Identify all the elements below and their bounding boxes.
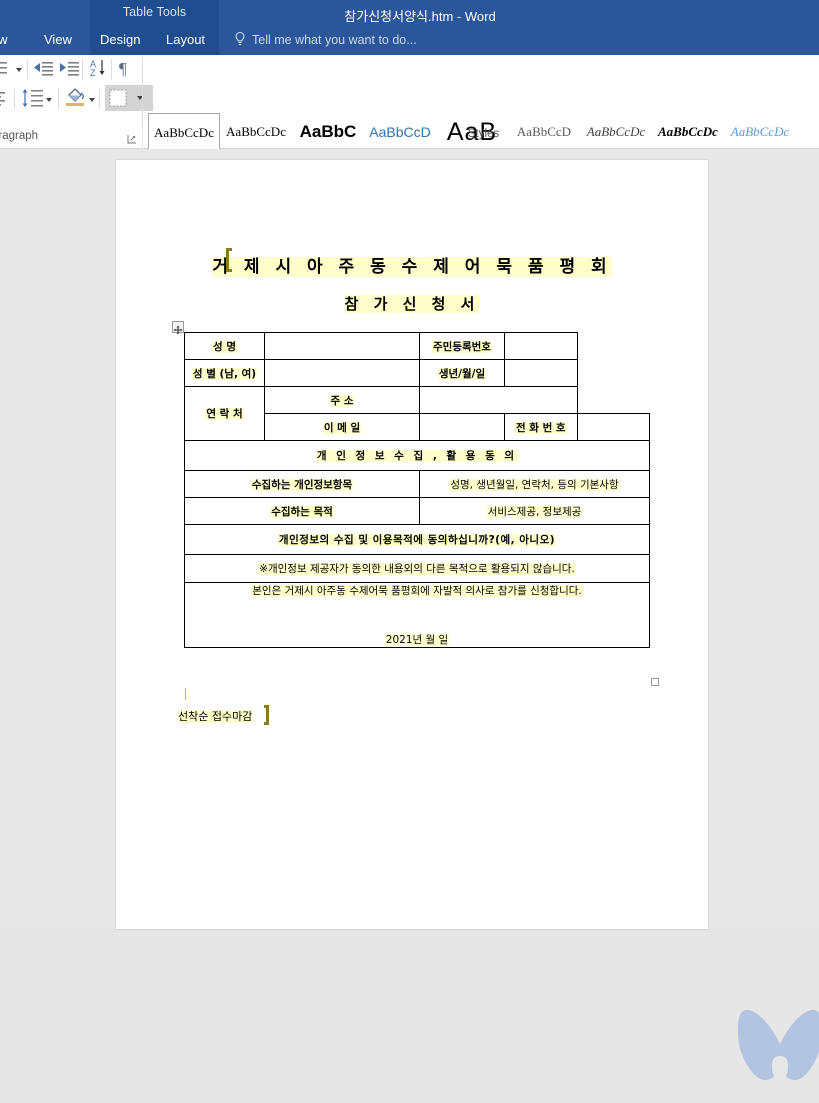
table-row[interactable]: 본인은 거제시 아주동 수제어묵 품평회에 자발적 의사로 참가를 신청합니다.… bbox=[185, 583, 650, 648]
toolbar-divider-6 bbox=[99, 89, 100, 109]
tell-me-input[interactable]: Tell me what you want to do... bbox=[252, 33, 417, 47]
label-address: 주 소 bbox=[265, 387, 420, 414]
table-row[interactable]: 개 인 정 보 수 집 , 활 용 동 의 bbox=[185, 441, 650, 471]
show-formatting-marks-button[interactable]: ¶ bbox=[116, 57, 142, 81]
table-resize-handle[interactable] bbox=[651, 678, 659, 686]
value-birth[interactable] bbox=[505, 360, 578, 387]
tab-view[interactable]: View bbox=[44, 32, 72, 47]
date-line: 2021년 월 일 bbox=[385, 634, 449, 646]
label-gender: 성 별 (남, 여) bbox=[185, 360, 265, 387]
doc-heading-line-2: 참 가 신 청 서 bbox=[116, 293, 708, 314]
table-row[interactable]: ※개인정보 제공자가 동의한 내용외의 다른 목적으로 활용되지 않습니다. bbox=[185, 555, 650, 583]
document-title: 참가신청서양식.htm - Word bbox=[230, 6, 610, 25]
chevron-down-icon[interactable] bbox=[16, 68, 22, 72]
chevron-down-icon-3[interactable] bbox=[89, 98, 95, 102]
toolbar-divider bbox=[27, 59, 28, 79]
label-collection-purpose: 수집하는 목적 bbox=[185, 498, 420, 525]
consent-note: ※개인정보 제공자가 동의한 내용외의 다른 목적으로 활용되지 않습니다. bbox=[185, 555, 650, 583]
value-collected-items: 성명, 생년월일, 연락처, 등의 기본사항 bbox=[420, 471, 650, 498]
paragraph-group-label: aragraph bbox=[0, 130, 38, 142]
selection-bracket-close-icon bbox=[264, 705, 269, 725]
value-rrn[interactable] bbox=[505, 333, 578, 360]
chevron-down-icon-2[interactable] bbox=[46, 98, 52, 102]
table-move-handle[interactable] bbox=[172, 321, 184, 333]
value-phone[interactable] bbox=[577, 414, 650, 441]
value-name[interactable] bbox=[265, 333, 420, 360]
label-collected-items: 수집하는 개인정보항목 bbox=[185, 471, 420, 498]
line-spacing-button[interactable] bbox=[20, 87, 46, 111]
label-phone: 전 화 번 호 bbox=[505, 414, 578, 441]
value-address[interactable] bbox=[420, 387, 578, 414]
table-row[interactable]: 수집하는 개인정보항목 성명, 생년월일, 연락처, 등의 기본사항 bbox=[185, 471, 650, 498]
declaration-cell[interactable]: 본인은 거제시 아주동 수제어묵 품평회에 자발적 의사로 참가를 신청합니다.… bbox=[185, 583, 650, 648]
table-row[interactable]: 성 명 주민등록번호 bbox=[185, 333, 650, 360]
footnote-text: 선착순 접수마감 bbox=[178, 708, 252, 724]
tab-review[interactable]: iew bbox=[0, 32, 8, 47]
selection-bracket-open-icon bbox=[226, 248, 232, 272]
doc-heading-line-1: 거 제 시 아 주 동 수 제 어 묵 품 평 회 bbox=[116, 252, 708, 277]
table-row[interactable]: 개인정보의 수집 및 이용목적에 동의하십니까?(예, 아니오) bbox=[185, 525, 650, 555]
toolbar-divider-2 bbox=[82, 59, 83, 79]
label-rrn: 주민등록번호 bbox=[420, 333, 505, 360]
privacy-section-header: 개 인 정 보 수 집 , 활 용 동 의 bbox=[185, 441, 650, 471]
table-row[interactable]: 성 별 (남, 여) 생년/월/일 bbox=[185, 360, 650, 387]
styles-group-label: Styles bbox=[148, 128, 819, 140]
value-gender[interactable] bbox=[265, 360, 420, 387]
label-name: 성 명 bbox=[185, 333, 265, 360]
application-form-table[interactable]: 성 명 주민등록번호 성 별 (남, 여) 생년/월/일 연 락 처 주 소 이… bbox=[184, 332, 650, 648]
contextual-tools-label: Table Tools bbox=[90, 5, 219, 19]
decrease-indent-button[interactable] bbox=[32, 58, 58, 82]
label-email: 이 메 일 bbox=[265, 414, 420, 441]
multilevel-list-button[interactable] bbox=[0, 58, 16, 82]
styles-group-divider bbox=[142, 130, 143, 149]
malwarebytes-logo bbox=[728, 994, 819, 1098]
shading-button[interactable] bbox=[63, 86, 89, 110]
increase-indent-button[interactable] bbox=[58, 58, 84, 82]
table-row[interactable]: 수집하는 목적 서비스제공, 정보제공 bbox=[185, 498, 650, 525]
label-birth: 생년/월/일 bbox=[420, 360, 505, 387]
tab-layout[interactable]: Layout bbox=[166, 32, 205, 47]
consent-question: 개인정보의 수집 및 이용목적에 동의하십니까?(예, 아니오) bbox=[185, 525, 650, 555]
text-cursor-mark bbox=[185, 688, 186, 700]
value-email[interactable] bbox=[420, 414, 505, 441]
toolbar-divider-4 bbox=[14, 89, 15, 109]
toolbar-divider-3 bbox=[111, 59, 112, 79]
document-workspace: 거 제 시 아 주 동 수 제 어 묵 품 평 회 참 가 신 청 서 성 명 … bbox=[0, 149, 819, 929]
svg-text:Z: Z bbox=[90, 68, 96, 78]
toolbar-divider-5 bbox=[58, 89, 59, 109]
svg-text:¶: ¶ bbox=[119, 59, 127, 78]
tab-design[interactable]: Design bbox=[100, 32, 140, 47]
label-contact: 연 락 처 bbox=[185, 387, 265, 441]
align-button[interactable] bbox=[0, 88, 14, 112]
table-row[interactable]: 연 락 처 주 소 bbox=[185, 387, 650, 414]
borders-button[interactable] bbox=[105, 85, 153, 111]
declaration-text: 본인은 거제시 아주동 수제어묵 품평회에 자발적 의사로 참가를 신청합니다. bbox=[251, 585, 583, 597]
value-collection-purpose: 서비스제공, 정보제공 bbox=[420, 498, 650, 525]
lightbulb-icon bbox=[233, 31, 247, 47]
paragraph-dialog-launcher[interactable] bbox=[127, 131, 137, 141]
document-page[interactable]: 거 제 시 아 주 동 수 제 어 묵 품 평 회 참 가 신 청 서 성 명 … bbox=[116, 160, 708, 929]
